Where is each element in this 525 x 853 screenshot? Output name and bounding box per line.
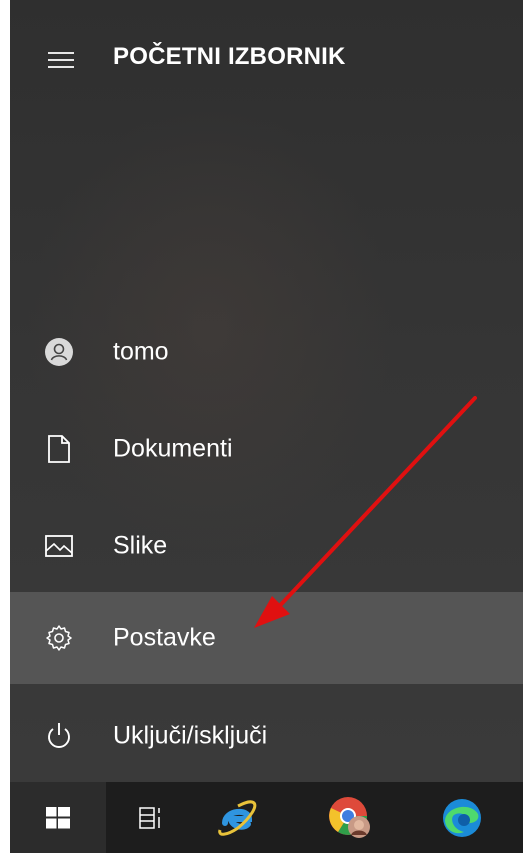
menu-item-label: Dokumenti xyxy=(113,434,233,463)
menu-item-label: Slike xyxy=(113,531,168,560)
chrome-profile-icon[interactable] xyxy=(306,782,394,853)
start-menu-title: POČETNI IZBORNIK xyxy=(113,43,346,70)
menu-item-documents[interactable]: Dokumenti xyxy=(10,403,523,495)
menu-item-power[interactable]: Uključi/isključi xyxy=(10,690,523,782)
user-avatar-icon xyxy=(44,337,74,367)
edge-icon[interactable] xyxy=(418,782,506,853)
taskbar xyxy=(10,782,523,853)
menu-item-user[interactable]: tomo xyxy=(10,306,523,398)
menu-item-label: Uključi/isključi xyxy=(113,721,268,750)
document-icon xyxy=(44,434,74,464)
power-icon xyxy=(44,721,74,751)
menu-item-label: Postavke xyxy=(113,623,216,652)
internet-explorer-icon[interactable] xyxy=(194,782,282,853)
menu-item-label: tomo xyxy=(113,337,169,366)
gear-icon xyxy=(44,623,74,653)
windows-start-icon[interactable] xyxy=(10,782,106,853)
menu-item-pictures[interactable]: Slike xyxy=(10,500,523,592)
menu-item-settings[interactable]: Postavke xyxy=(10,592,523,684)
start-menu: POČETNI IZBORNIK tomo Dokumenti Slike Po… xyxy=(10,0,523,782)
pictures-icon xyxy=(44,531,74,561)
start-menu-header: POČETNI IZBORNIK xyxy=(10,0,523,120)
hamburger-icon[interactable] xyxy=(48,50,74,70)
task-view-icon[interactable] xyxy=(106,782,194,853)
